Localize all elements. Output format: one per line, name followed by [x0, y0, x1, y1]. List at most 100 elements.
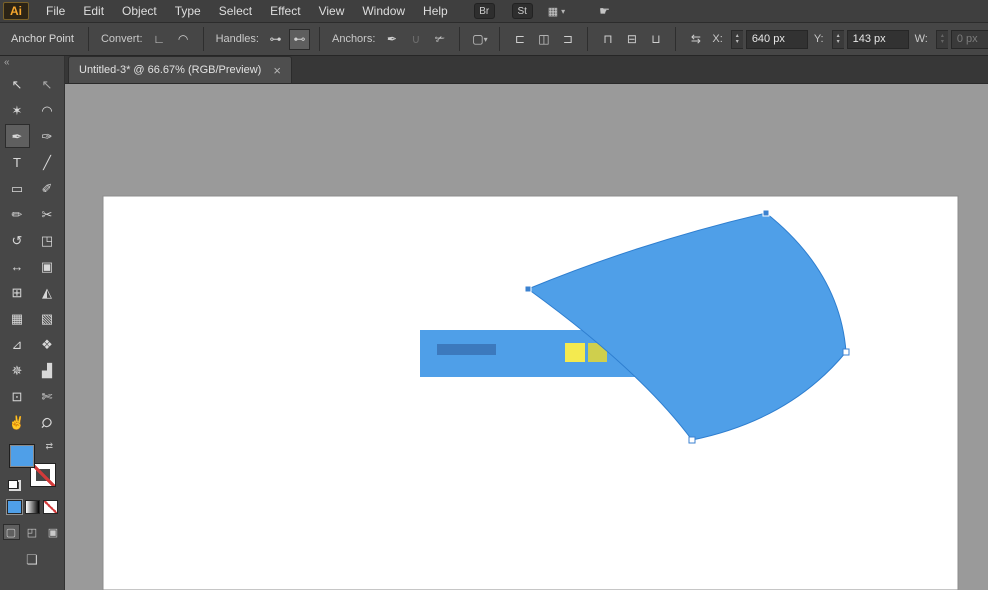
arrange-documents-button[interactable]: ▦ ▾: [548, 5, 565, 18]
stepper-down-icon[interactable]: ▾: [837, 39, 840, 45]
convert-to-smooth-button[interactable]: ◠: [173, 29, 194, 50]
bridge-button[interactable]: Br: [474, 3, 495, 19]
align-bottom-button[interactable]: ⊔: [645, 29, 666, 50]
line-segment-tool[interactable]: ╱: [35, 150, 60, 174]
document-tab-title: Untitled-3* @ 66.67% (RGB/Preview): [79, 64, 261, 76]
y-input[interactable]: [847, 30, 909, 49]
gradient-tool[interactable]: ▧: [35, 306, 60, 330]
fill-swatch[interactable]: [9, 444, 35, 468]
swap-fill-stroke-icon[interactable]: ⇄: [45, 441, 53, 452]
type-tool[interactable]: T: [5, 150, 30, 174]
menu-file[interactable]: File: [37, 0, 74, 22]
stock-button[interactable]: St: [512, 3, 533, 19]
draw-inside-button[interactable]: ▣: [45, 524, 62, 540]
rectangle-tool[interactable]: ▭: [5, 176, 30, 200]
menu-help[interactable]: Help: [414, 0, 457, 22]
change-screen-mode-button[interactable]: ❏: [26, 552, 38, 568]
menu-object[interactable]: Object: [113, 0, 166, 22]
app-logo[interactable]: Ai: [3, 2, 29, 20]
artboard-tool[interactable]: ⊡: [5, 384, 30, 408]
pencil-tool[interactable]: ✏: [5, 202, 30, 226]
hide-handles-button[interactable]: ⊶: [265, 29, 286, 50]
align-bottom-icon: ⊔: [651, 32, 660, 46]
draw-normal-icon: ▢: [6, 526, 16, 539]
column-graph-tool[interactable]: ▟: [35, 358, 60, 382]
tools-panel: « ↖ ↖ ✶ ◠ ✒ ✑ T ╱ ▭ ✐ ✏ ✂ ↺ ◳ ↔ ▣ ⊞ ◭ ▦ …: [0, 56, 65, 590]
distribute-icon: ⇆: [691, 32, 701, 46]
yellow-square-shape[interactable]: [565, 343, 585, 362]
paintbrush-tool-icon: ✐: [42, 182, 53, 195]
x-stepper[interactable]: ▴▾: [731, 30, 743, 49]
document-tab[interactable]: Untitled-3* @ 66.67% (RGB/Preview) ×: [68, 56, 292, 83]
paintbrush-tool[interactable]: ✐: [35, 176, 60, 200]
y-stepper[interactable]: ▴▾: [832, 30, 844, 49]
w-stepper: ▴▾: [936, 30, 948, 49]
default-fill-stroke-icon[interactable]: [8, 480, 21, 491]
stepper-down-icon[interactable]: ▾: [736, 39, 739, 45]
pen-tool[interactable]: ✒: [5, 124, 30, 148]
x-input[interactable]: [746, 30, 808, 49]
selection-tool[interactable]: ↖: [5, 72, 30, 96]
symbol-sprayer-tool-icon: ✵: [12, 364, 23, 377]
lasso-tool[interactable]: ◠: [35, 98, 60, 122]
slice-tool[interactable]: ✄: [35, 384, 60, 408]
anchor-point-top[interactable]: [763, 210, 769, 216]
menu-type[interactable]: Type: [166, 0, 210, 22]
menu-effect[interactable]: Effect: [261, 0, 309, 22]
eyedropper-tool-icon: ⊿: [12, 338, 23, 351]
scale-tool[interactable]: ◳: [35, 228, 60, 252]
scissors-tool[interactable]: ✂: [35, 202, 60, 226]
menu-view[interactable]: View: [310, 0, 354, 22]
isolate-object-button[interactable]: ▢ ▾: [469, 29, 490, 50]
menu-window[interactable]: Window: [353, 0, 414, 22]
menu-select[interactable]: Select: [210, 0, 261, 22]
close-tab-icon[interactable]: ×: [273, 64, 281, 77]
free-transform-tool[interactable]: ▣: [35, 254, 60, 278]
shape-builder-tool[interactable]: ⊞: [5, 280, 30, 304]
gradient-button[interactable]: [25, 500, 40, 514]
align-middle-button[interactable]: ⊟: [621, 29, 642, 50]
none-button[interactable]: [43, 500, 58, 514]
menu-edit[interactable]: Edit: [74, 0, 113, 22]
color-button[interactable]: [7, 500, 22, 514]
anchor-point-bottom[interactable]: [689, 437, 695, 443]
distribute-button[interactable]: ⇆: [685, 29, 706, 50]
connect-endpoints-button[interactable]: ∪: [405, 29, 426, 50]
show-handles-button[interactable]: ⊷: [289, 29, 310, 50]
curvature-tool[interactable]: ✑: [35, 124, 60, 148]
inner-dark-rect-shape[interactable]: [437, 344, 496, 355]
align-top-button[interactable]: ⊓: [597, 29, 618, 50]
blend-tool-icon: ❖: [41, 338, 53, 351]
collapse-panel-button[interactable]: «: [0, 56, 64, 70]
touch-workspace-icon[interactable]: ☛: [599, 4, 610, 18]
magic-wand-tool[interactable]: ✶: [5, 98, 30, 122]
align-right-button[interactable]: ⊐: [557, 29, 578, 50]
anchor-point-right[interactable]: [843, 349, 849, 355]
align-left-button[interactable]: ⊏: [509, 29, 530, 50]
curvature-tool-icon: ✑: [42, 130, 53, 143]
cut-path-button[interactable]: ✃: [429, 29, 450, 50]
direct-selection-tool[interactable]: ↖: [35, 72, 60, 96]
eyedropper-tool[interactable]: ⊿: [5, 332, 30, 356]
mesh-tool[interactable]: ▦: [5, 306, 30, 330]
align-center-button[interactable]: ◫: [533, 29, 554, 50]
pencil-tool-icon: ✏: [12, 208, 23, 221]
artboard[interactable]: [103, 196, 958, 590]
convert-to-smooth-icon: ◠: [178, 32, 188, 46]
connect-endpoints-icon: ∪: [412, 32, 421, 46]
anchor-point-left[interactable]: [525, 286, 531, 292]
zoom-tool[interactable]: Ϙ: [35, 410, 60, 434]
remove-anchor-button[interactable]: ✒: [381, 29, 402, 50]
draw-behind-button[interactable]: ◰: [24, 524, 41, 540]
blend-tool[interactable]: ❖: [35, 332, 60, 356]
rotate-tool[interactable]: ↺: [5, 228, 30, 252]
hand-tool[interactable]: ✌: [5, 410, 30, 434]
document-canvas[interactable]: [65, 84, 988, 590]
handles-label: Handles:: [216, 33, 259, 45]
symbol-sprayer-tool[interactable]: ✵: [5, 358, 30, 382]
convert-to-corner-button[interactable]: ∟: [149, 29, 170, 50]
slice-tool-icon: ✄: [42, 390, 53, 403]
width-tool[interactable]: ↔: [5, 254, 30, 278]
perspective-grid-tool[interactable]: ◭: [35, 280, 60, 304]
draw-normal-button[interactable]: ▢: [3, 524, 20, 540]
